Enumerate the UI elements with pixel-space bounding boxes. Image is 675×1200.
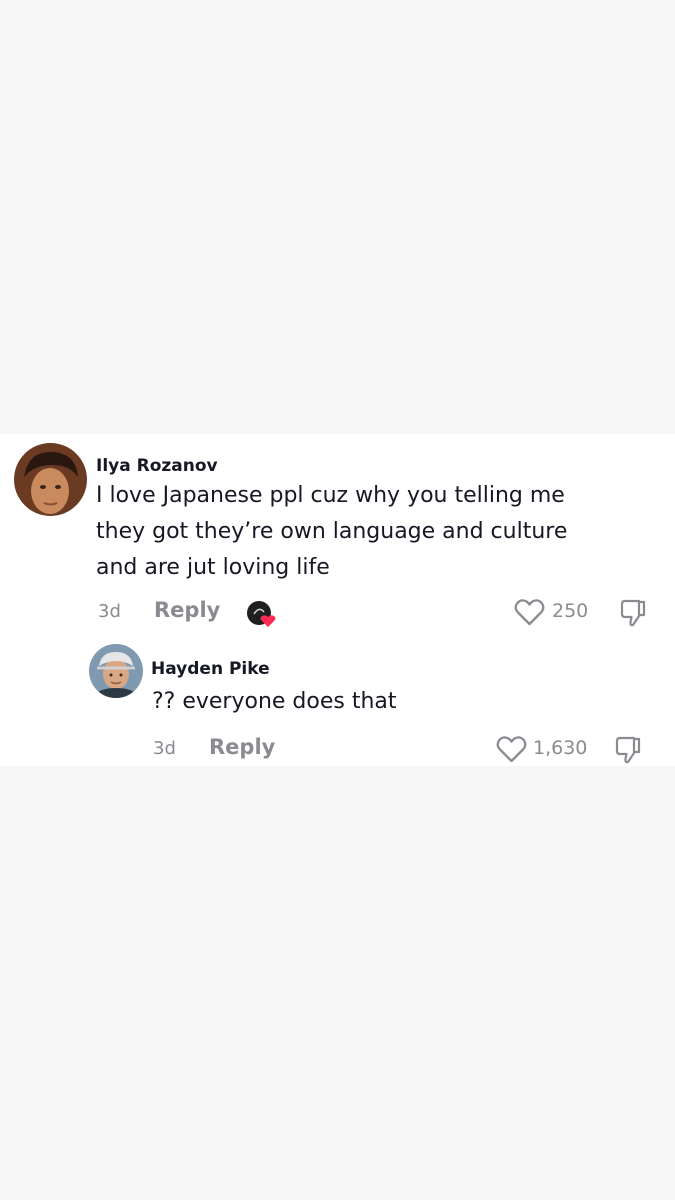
avatar[interactable] [89,644,143,698]
creator-liked-heart-icon [246,600,276,627]
comment-age: 3d [153,738,176,759]
avatar[interactable] [14,443,87,516]
comment-text: I love Japanese ppl cuz why you telling … [96,483,568,580]
reply-button[interactable]: Reply [154,598,220,622]
comment-age: 3d [98,601,121,622]
comment-username[interactable]: Ilya Rozanov [96,456,218,476]
screen: Ilya Rozanov I love Japanese ppl cuz why… [0,0,675,1200]
heart-outline-icon[interactable] [496,735,527,763]
reply-button[interactable]: Reply [209,735,275,759]
thumbs-down-icon[interactable] [618,598,648,628]
comment-username[interactable]: Hayden Pike [151,659,270,679]
like-count: 1,630 [533,737,588,759]
heart-outline-icon[interactable] [514,598,545,626]
comment-text: ?? everyone does that [152,689,397,714]
like-count: 250 [552,600,589,622]
thumbs-down-icon[interactable] [613,735,643,765]
